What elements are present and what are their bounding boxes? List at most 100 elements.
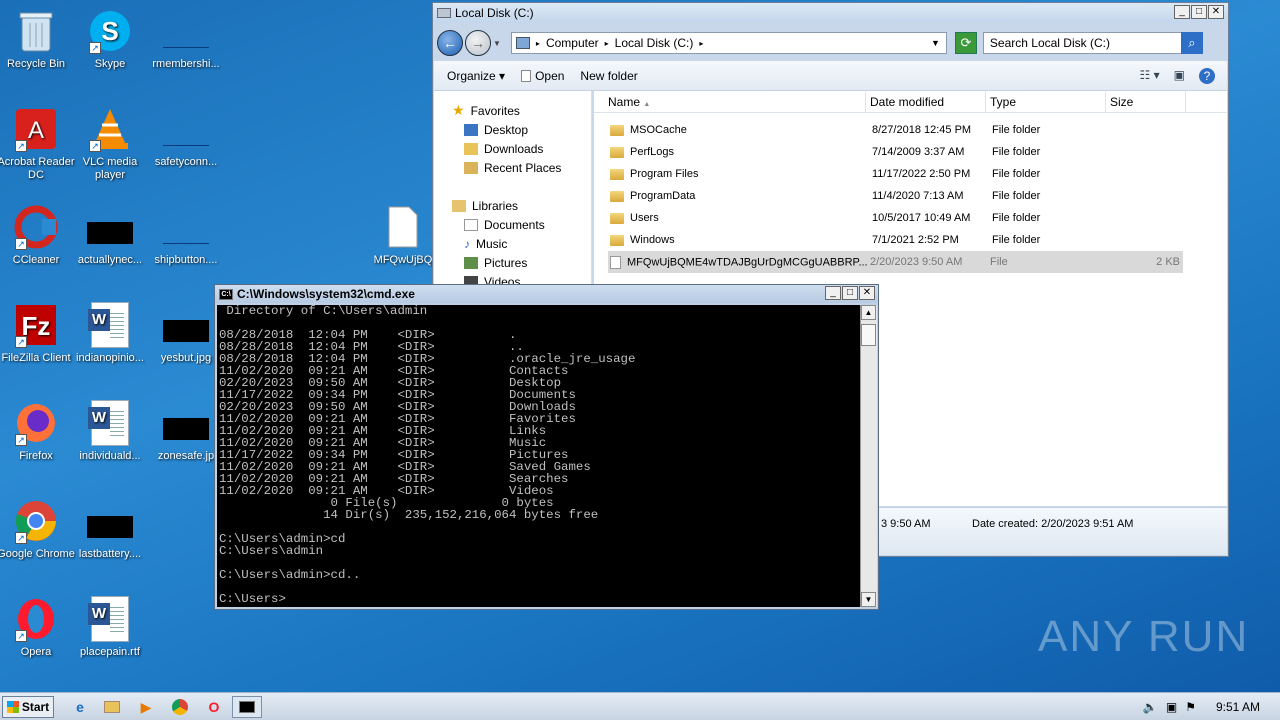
file-row[interactable]: PerfLogs 7/14/2009 3:37 AM File folder [594,141,1227,163]
maximize-button[interactable]: □ [842,286,858,300]
file-row[interactable]: Windows 7/1/2021 2:52 PM File folder [594,229,1227,251]
desktop-icon-placepain[interactable]: placepain.rtf [70,596,150,659]
desktop-icon-individuald[interactable]: individuald... [70,400,150,463]
nav-pictures[interactable]: Pictures [452,253,591,272]
console-scrollbar[interactable]: ▲ ▼ [860,305,877,607]
search-input[interactable]: Search Local Disk (C:) ⌕ [982,32,1203,54]
chevron-right-icon[interactable]: ▸ [605,39,609,48]
desktop-icon-actuallynec[interactable]: actuallynec... [70,204,150,267]
file-icon [163,8,209,54]
cmd-titlebar[interactable]: C:\ C:\Windows\system32\cmd.exe [215,285,878,303]
column-type[interactable]: Type [986,91,1106,112]
chevron-right-icon[interactable]: ▸ [699,39,703,48]
scroll-down-icon[interactable]: ▼ [861,592,876,607]
file-row-selected[interactable]: MFQwUjBQME4wTDAJBgUrDgMCGgUABBRP... 2/20… [608,251,1183,273]
help-icon[interactable]: ? [1199,67,1215,84]
desktop-icon-opera[interactable]: ↗ Opera [0,596,76,659]
column-name[interactable]: Name ▲ [594,91,866,112]
start-button[interactable]: Start [2,696,54,718]
desktop-icon-shipbutton[interactable]: shipbutton.... [146,204,226,267]
libraries-icon [452,199,466,212]
breadcrumb-computer[interactable]: Computer [546,36,599,50]
chrome-taskbar-icon[interactable] [166,696,194,718]
cmd-icon: C:\ [219,288,233,300]
history-dropdown-icon[interactable]: ▼ [493,39,501,48]
address-dropdown-icon[interactable]: ▼ [931,38,940,48]
close-button[interactable]: ✕ [859,286,875,300]
desktop-icon-skype[interactable]: S ↗ Skype [70,8,150,71]
organize-menu[interactable]: Organize ▾ [447,69,505,83]
file-row[interactable]: Users 10/5/2017 10:49 AM File folder [594,207,1227,229]
desktop-icon-rmembership[interactable]: rmembershi... [146,8,226,71]
documents-icon [464,218,478,231]
nav-libraries[interactable]: Libraries [452,196,591,215]
desktop-icon-chrome[interactable]: ↗ Google Chrome [0,498,76,561]
ie-icon[interactable]: e [66,696,94,718]
desktop-icon-firefox[interactable]: ↗ Firefox [0,400,76,463]
nav-favorites[interactable]: ★ Favorites [452,101,591,120]
window-controls: _ □ ✕ [1174,5,1224,19]
opera-taskbar-icon[interactable]: O [200,696,228,718]
clock[interactable]: 9:51 AM [1216,700,1260,714]
refresh-button[interactable]: ⟳ [954,32,977,54]
file-row[interactable]: Program Files 11/17/2022 2:50 PM File fo… [594,163,1227,185]
minimize-button[interactable]: _ [825,286,841,300]
column-size[interactable]: Size [1106,91,1186,112]
desktop-icon-mfqw[interactable]: MFQwUjBQ [371,204,435,267]
cmd-title: C:\Windows\system32\cmd.exe [237,287,415,301]
chevron-right-icon[interactable]: ▸ [536,39,540,48]
ccleaner-icon: ↗ [13,204,59,250]
cmd-window-controls: _ □ ✕ [825,286,875,300]
desktop-icon-recycle-bin[interactable]: Recycle Bin [0,8,76,71]
recent-places-icon [464,161,478,174]
maximize-button[interactable]: □ [1191,5,1207,19]
drive-icon [437,8,451,18]
explorer-titlebar[interactable]: Local Disk (C:) [433,3,1228,23]
nav-music[interactable]: ♪ Music [452,234,591,253]
desktop-icon-indianopinion[interactable]: indianopinio... [70,302,150,365]
desktop-icon-ccleaner[interactable]: ↗ CCleaner [0,204,76,267]
console-output[interactable]: Directory of C:\Users\admin 08/28/2018 1… [217,305,860,607]
file-icon [610,255,621,269]
network-icon[interactable]: ▣ [1166,700,1177,714]
file-row[interactable]: MSOCache 8/27/2018 12:45 PM File folder [594,119,1227,141]
scroll-thumb[interactable] [861,324,876,346]
nav-desktop[interactable]: Desktop [452,120,591,139]
forward-button[interactable]: → [465,30,491,56]
preview-pane-icon[interactable]: ▣ [1174,68,1185,84]
svg-text:S: S [101,16,118,46]
view-options-icon[interactable]: ☷ ▾ [1140,68,1160,84]
file-icon [163,106,209,152]
scroll-up-icon[interactable]: ▲ [861,305,876,320]
opera-icon: ↗ [13,596,59,642]
desktop-icon-acrobat[interactable]: A ↗ Acrobat Reader DC [0,106,76,182]
address-bar[interactable]: ▸ Computer ▸ Local Disk (C:) ▸ ▼ [510,32,947,54]
desktop-icon-safetyconn[interactable]: safetyconn... [146,106,226,169]
desktop-icon-vlc[interactable]: ↗ VLC media player [70,106,150,182]
nav-documents[interactable]: Documents [452,215,591,234]
new-folder-button[interactable]: New folder [580,69,637,83]
minimize-button[interactable]: _ [1174,5,1190,19]
column-date-modified[interactable]: Date modified [866,91,986,112]
flag-icon[interactable]: ⚑ [1185,700,1196,714]
address-row: ← → ▼ ▸ Computer ▸ Local Disk (C:) ▸ ▼ ⟳… [437,27,1224,59]
close-button[interactable]: ✕ [1208,5,1224,19]
nav-recent-places[interactable]: Recent Places [452,158,591,177]
search-icon[interactable]: ⌕ [1180,32,1203,54]
explorer-taskbar-icon[interactable] [98,696,126,718]
desktop-icon-lastbattery[interactable]: lastbattery.... [70,498,150,561]
back-button[interactable]: ← [437,30,463,56]
open-button[interactable]: Open [521,69,564,83]
breadcrumb-local-disk[interactable]: Local Disk (C:) [615,36,694,50]
media-player-icon[interactable]: ▶ [132,696,160,718]
nav-downloads[interactable]: Downloads [452,139,591,158]
windows-logo-icon [6,701,19,713]
file-row[interactable]: ProgramData 11/4/2020 7:13 AM File folde… [594,185,1227,207]
desktop-icon-filezilla[interactable]: Fz ↗ FileZilla Client [0,302,76,365]
command-bar: Organize ▾ Open New folder ☷ ▾ ▣ ? [434,61,1227,91]
details-date-created: Date created: 2/20/2023 9:51 AM [972,518,1134,530]
image-file-icon [163,302,209,348]
volume-icon[interactable]: 🔈 [1143,700,1158,714]
music-icon: ♪ [464,236,470,251]
cmd-taskbar-icon[interactable] [232,696,262,718]
